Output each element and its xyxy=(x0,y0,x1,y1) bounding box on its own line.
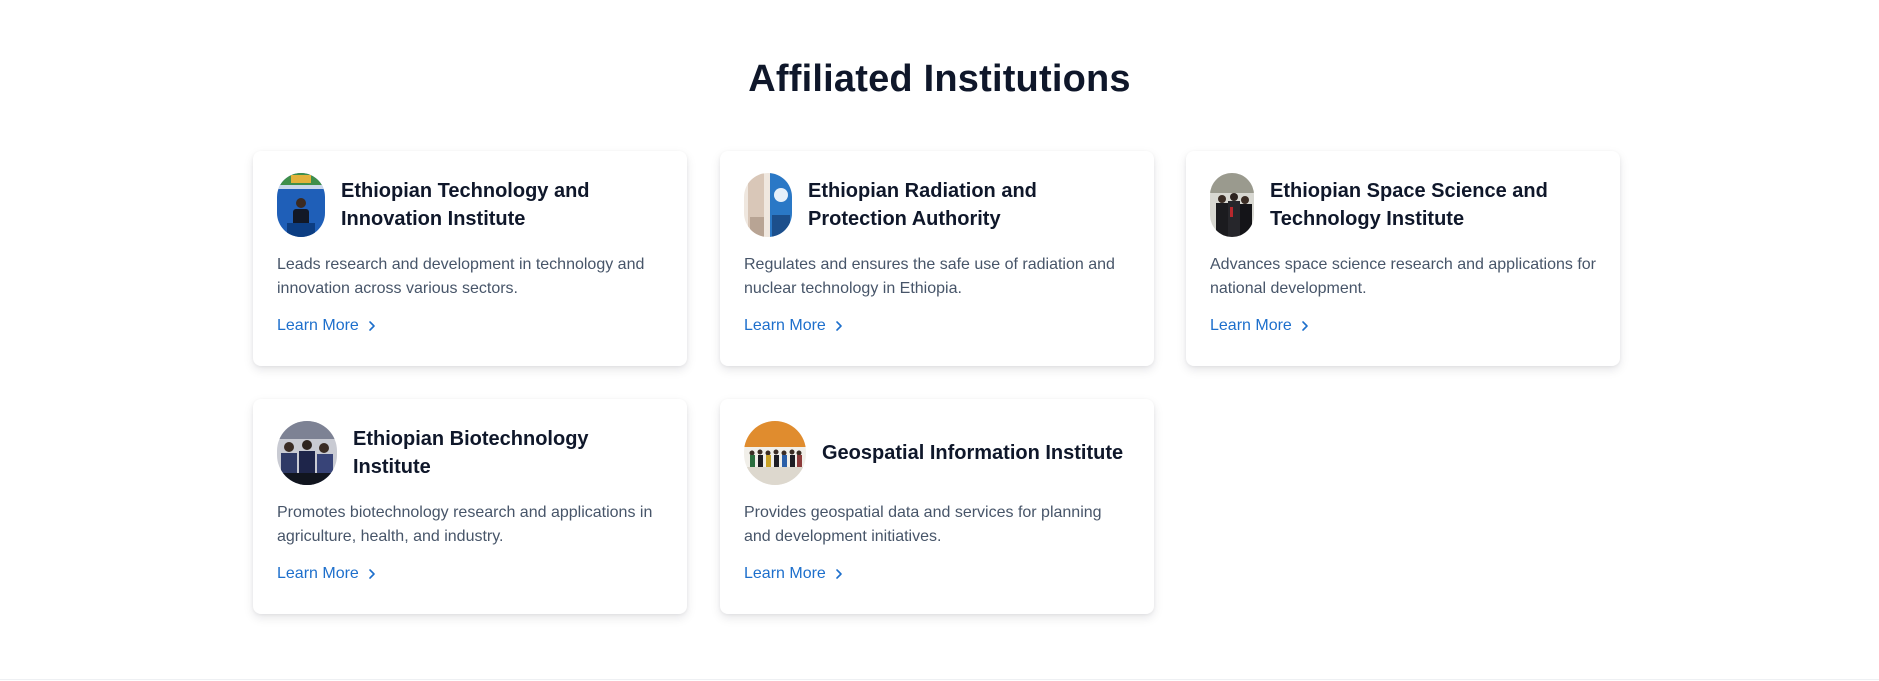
card-header: Geospatial Information Institute xyxy=(744,421,1130,485)
card-description: Provides geospatial data and services fo… xyxy=(744,504,1102,545)
section-divider xyxy=(0,679,1879,680)
card-description: Promotes biotechnology research and appl… xyxy=(277,504,653,545)
learn-more-label: Learn More xyxy=(277,565,359,582)
card-header: Ethiopian Technology and Innovation Inst… xyxy=(277,173,663,237)
card-description: Regulates and ensures the safe use of ra… xyxy=(744,256,1115,297)
learn-more-link[interactable]: Learn More xyxy=(277,565,379,583)
card-header: Ethiopian Biotechnology Institute xyxy=(277,421,663,485)
learn-more-link[interactable]: Learn More xyxy=(1210,317,1312,335)
chevron-right-icon xyxy=(836,569,842,579)
learn-more-link[interactable]: Learn More xyxy=(277,317,379,335)
institution-avatar xyxy=(277,173,325,237)
card-description: Advances space science research and appl… xyxy=(1210,256,1596,297)
learn-more-link[interactable]: Learn More xyxy=(744,565,846,583)
institution-card: Geospatial Information Institute Provide… xyxy=(720,399,1154,614)
learn-more-label: Learn More xyxy=(1210,317,1292,334)
learn-more-label: Learn More xyxy=(744,565,826,582)
chevron-right-icon xyxy=(1302,321,1308,331)
card-description: Leads research and development in techno… xyxy=(277,256,645,297)
institution-card: Ethiopian Space Science and Technology I… xyxy=(1186,151,1620,366)
card-title: Ethiopian Biotechnology Institute xyxy=(353,428,589,478)
institution-card: Ethiopian Technology and Innovation Inst… xyxy=(253,151,687,366)
institution-avatar xyxy=(1210,173,1254,237)
institution-card: Ethiopian Biotechnology Institute Promot… xyxy=(253,399,687,614)
institution-avatar xyxy=(744,421,806,485)
card-title: Ethiopian Technology and Innovation Inst… xyxy=(341,180,590,230)
institution-card: Ethiopian Radiation and Protection Autho… xyxy=(720,151,1154,366)
card-header: Ethiopian Space Science and Technology I… xyxy=(1210,173,1596,237)
institution-avatar xyxy=(744,173,792,237)
card-header: Ethiopian Radiation and Protection Autho… xyxy=(744,173,1130,237)
chevron-right-icon xyxy=(369,569,375,579)
card-title: Ethiopian Radiation and Protection Autho… xyxy=(808,180,1037,230)
chevron-right-icon xyxy=(836,321,842,331)
learn-more-label: Learn More xyxy=(277,317,359,334)
card-title: Geospatial Information Institute xyxy=(822,442,1124,464)
affiliated-institutions-section: Affiliated Institutions Ethiopian Techno… xyxy=(0,0,1879,681)
section-title: Affiliated Institutions xyxy=(748,58,1131,100)
learn-more-link[interactable]: Learn More xyxy=(744,317,846,335)
chevron-right-icon xyxy=(369,321,375,331)
institution-avatar xyxy=(277,421,337,485)
card-title: Ethiopian Space Science and Technology I… xyxy=(1270,180,1548,230)
learn-more-label: Learn More xyxy=(744,317,826,334)
